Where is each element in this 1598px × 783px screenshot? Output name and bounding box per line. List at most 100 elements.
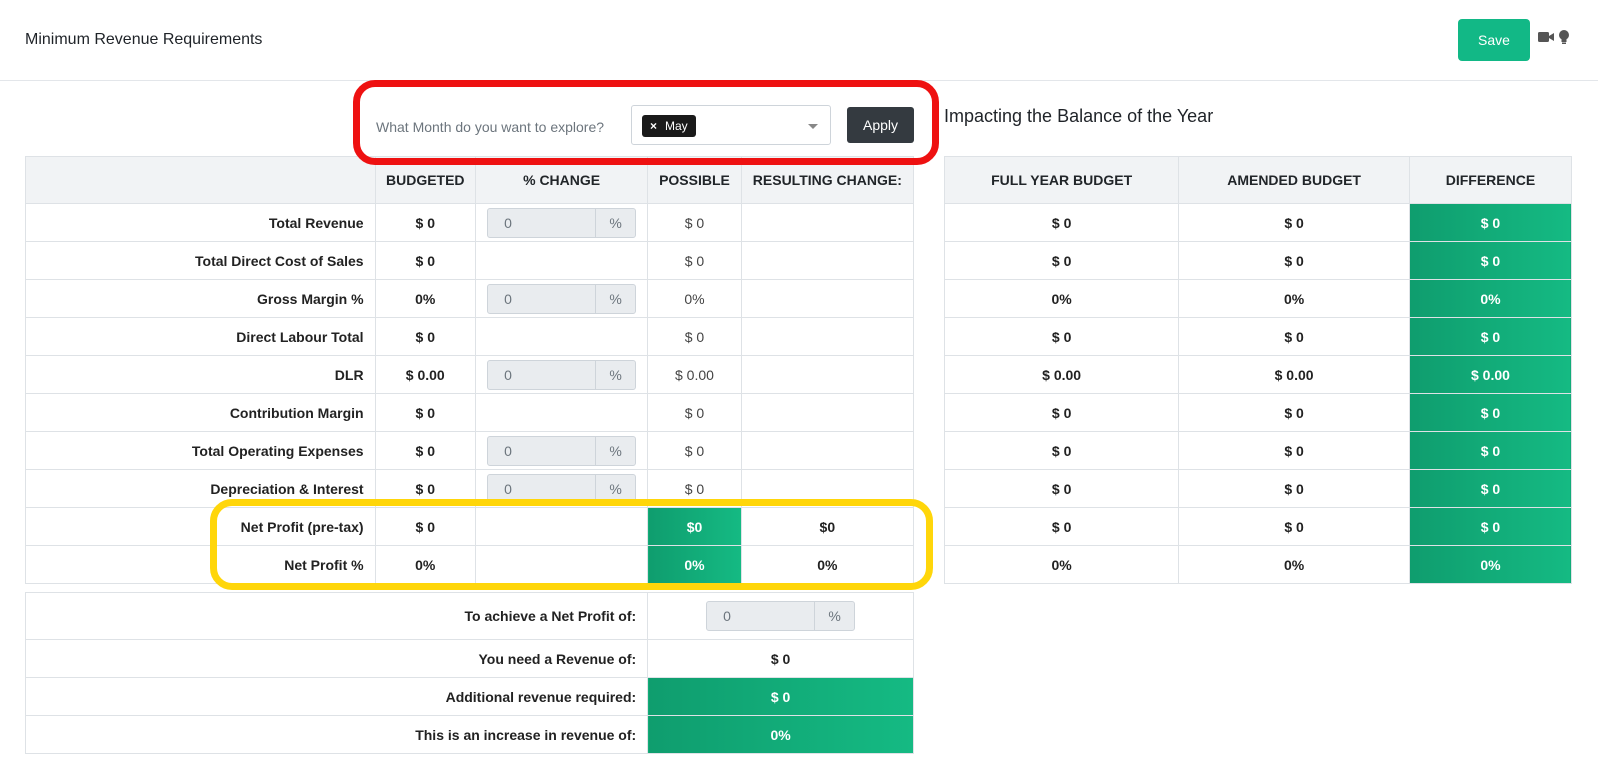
amended-budget-value: $ 0.00 (1178, 355, 1410, 394)
full-year-budget-value: $ 0 (943, 317, 1180, 356)
table-row: Total Direct Cost of Sales $ 0 $ 0 (25, 241, 915, 280)
resulting-change-value (740, 317, 915, 356)
resulting-change-value (740, 393, 915, 432)
row-label: Total Revenue (25, 203, 376, 242)
month-select[interactable]: × May (631, 105, 831, 145)
percent-addon: % (609, 480, 622, 497)
top-bar: Minimum Revenue Requirements Save (0, 0, 1598, 81)
percent-addon: % (609, 290, 622, 307)
increase-row: This is an increase in revenue of: 0% (24, 715, 914, 754)
target-profit-value[interactable]: 0 (707, 602, 816, 630)
possible-value: $ 0 (647, 203, 742, 242)
amended-budget-value: $ 0 (1178, 469, 1410, 508)
table-row: $ 0 $ 0 $ 0 (943, 317, 1573, 356)
col-header-label (25, 156, 376, 204)
apply-button[interactable]: Apply (847, 107, 914, 143)
resulting-change-value (740, 279, 915, 318)
percent-change-value[interactable]: 0 (488, 474, 597, 503)
possible-value: $0 (647, 507, 742, 546)
change-cell: 0% (474, 469, 649, 508)
percent-change-value[interactable]: 0 (488, 436, 597, 465)
lightbulb-icon[interactable] (1558, 29, 1570, 45)
percent-change-value[interactable]: 0 (488, 284, 597, 313)
additional-row: Additional revenue required: $ 0 (24, 677, 914, 716)
increase-label: This is an increase in revenue of: (24, 715, 649, 754)
revenue-value: $ 0 (647, 639, 914, 678)
possible-value: $ 0 (647, 393, 742, 432)
full-year-budget-value: $ 0 (943, 507, 1180, 546)
row-label: Net Profit % (25, 545, 376, 584)
amended-budget-value: $ 0 (1178, 431, 1410, 470)
possible-value: $ 0 (647, 431, 742, 470)
change-cell (474, 393, 649, 432)
full-year-budget-value: $ 0.00 (943, 355, 1180, 394)
percent-change-input[interactable]: 0% (487, 283, 637, 314)
change-cell: 0% (474, 355, 649, 394)
tag-remove-icon[interactable]: × (650, 119, 657, 133)
resulting-change-value (740, 469, 915, 508)
col-header-difference: DIFFERENCE (1408, 156, 1573, 204)
difference-value: $ 0 (1408, 431, 1573, 470)
table-row: $ 0 $ 0 $ 0 (943, 241, 1573, 280)
percent-addon: % (609, 366, 622, 383)
table-row: Net Profit % 0% 0% 0% (25, 545, 915, 584)
full-year-budget-value: $ 0 (943, 431, 1180, 470)
col-header-possible: POSSIBLE (647, 156, 742, 204)
budgeted-value: $ 0 (374, 393, 476, 432)
change-cell (474, 507, 649, 546)
table-row: Direct Labour Total $ 0 $ 0 (25, 317, 915, 356)
percent-change-value[interactable]: 0 (488, 360, 597, 389)
budgeted-value: $ 0 (374, 431, 476, 470)
budgeted-value: $ 0.00 (374, 355, 476, 394)
save-button[interactable]: Save (1458, 19, 1530, 61)
possible-value: $ 0 (647, 241, 742, 280)
full-year-budget-value: $ 0 (943, 393, 1180, 432)
col-header-result: RESULTING CHANGE: (740, 156, 915, 204)
table-row: 0% 0% 0% (943, 545, 1573, 584)
page-title: Minimum Revenue Requirements (25, 31, 263, 48)
percent-change-input[interactable]: 0% (487, 435, 637, 466)
table-row: $ 0 $ 0 $ 0 (943, 203, 1573, 242)
table-row: Net Profit (pre-tax) $ 0 $0 $0 (25, 507, 915, 546)
target-table: To achieve a Net Profit of: 0 % You need… (24, 592, 914, 754)
difference-value: $ 0.00 (1408, 355, 1573, 394)
change-cell: 0% (474, 203, 649, 242)
percent-addon: % (609, 214, 622, 231)
table-row: Total Operating Expenses $ 0 0% $ 0 (25, 431, 915, 470)
budgeted-value: $ 0 (374, 469, 476, 508)
full-year-budget-value: 0% (943, 279, 1180, 318)
row-label: Gross Margin % (25, 279, 376, 318)
target-label: To achieve a Net Profit of: (24, 592, 649, 640)
resulting-change-value (740, 431, 915, 470)
resulting-change-value (740, 241, 915, 280)
percent-change-input[interactable]: 0% (487, 359, 637, 390)
full-year-budget-value: $ 0 (943, 241, 1180, 280)
budgeted-value: $ 0 (374, 241, 476, 280)
possible-value: $ 0 (647, 317, 742, 356)
percent-change-input[interactable]: 0% (487, 473, 637, 504)
increase-value: 0% (647, 715, 914, 754)
difference-value: 0% (1408, 279, 1573, 318)
chevron-down-icon[interactable] (808, 124, 818, 129)
amended-budget-value: 0% (1178, 545, 1410, 584)
change-cell (474, 545, 649, 584)
table-row: $ 0 $ 0 $ 0 (943, 469, 1573, 508)
target-profit-input[interactable]: 0 % (706, 601, 856, 631)
table-row: Total Revenue $ 0 0% $ 0 (25, 203, 915, 242)
percent-change-input[interactable]: 0% (487, 207, 637, 238)
video-camera-icon[interactable] (1538, 31, 1554, 43)
possible-value: 0% (647, 279, 742, 318)
amended-budget-value: $ 0 (1178, 317, 1410, 356)
table-row: Gross Margin % 0% 0% 0% (25, 279, 915, 318)
col-header-full-year-budget: FULL YEAR BUDGET (943, 156, 1180, 204)
additional-label: Additional revenue required: (24, 677, 649, 716)
amended-budget-value: 0% (1178, 279, 1410, 318)
row-label: Total Direct Cost of Sales (25, 241, 376, 280)
row-label: Net Profit (pre-tax) (25, 507, 376, 546)
table-row: $ 0 $ 0 $ 0 (943, 507, 1573, 546)
percent-change-value[interactable]: 0 (488, 208, 597, 237)
table-row: $ 0.00 $ 0.00 $ 0.00 (943, 355, 1573, 394)
row-label: DLR (25, 355, 376, 394)
col-header-change: % CHANGE (474, 156, 649, 204)
resulting-change-value: 0% (740, 545, 915, 584)
